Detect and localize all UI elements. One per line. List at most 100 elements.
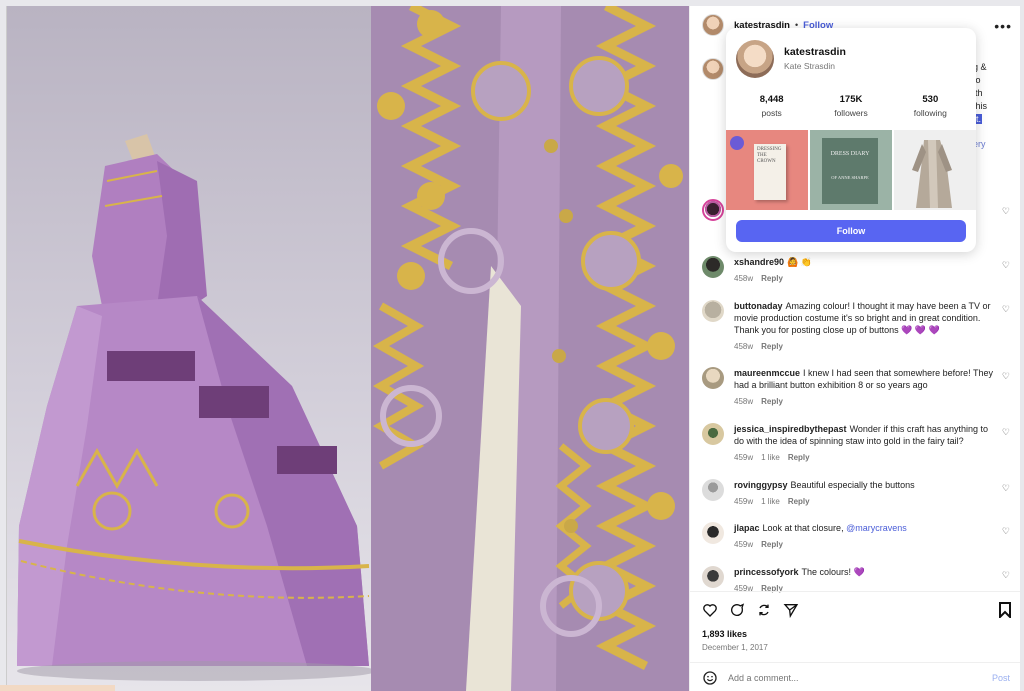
- action-icons: [702, 602, 799, 618]
- thumbnail[interactable]: DRESSING THE CROWN: [726, 130, 808, 210]
- heart-icon[interactable]: ♡: [1002, 483, 1010, 494]
- heart-icon[interactable]: ♡: [1002, 570, 1010, 581]
- reply-button[interactable]: Reply: [761, 274, 783, 283]
- emoji-icon[interactable]: [702, 670, 718, 686]
- comment-username[interactable]: rovinggypsy: [734, 480, 788, 490]
- comment-username[interactable]: xshandre90: [734, 257, 784, 267]
- heart-icon[interactable]: ♡: [1002, 427, 1010, 438]
- comment-meta: 459w 1 like Reply: [734, 496, 994, 508]
- comment-meta: 458w Reply: [734, 341, 994, 353]
- button-closeup-photo: [371, 6, 689, 691]
- comment-meta: 458w Reply: [734, 396, 994, 408]
- commenter-avatar[interactable]: [702, 367, 724, 389]
- caption-line: this: [973, 101, 988, 111]
- comment-time: 459w: [734, 453, 754, 462]
- commenter-avatar[interactable]: [702, 199, 724, 221]
- dress-illustration: [17, 134, 377, 681]
- repost-icon[interactable]: [756, 602, 772, 618]
- heart-icon[interactable]: [702, 602, 718, 618]
- dress-photo: [7, 6, 377, 691]
- comment-time: 458w: [734, 342, 754, 351]
- commenter-avatar[interactable]: [702, 566, 724, 588]
- author-avatar[interactable]: [702, 14, 724, 36]
- follow-button[interactable]: Follow: [736, 220, 966, 242]
- stat-following[interactable]: 530 following: [895, 94, 965, 118]
- heart-icon[interactable]: ♡: [1002, 371, 1010, 382]
- reply-button[interactable]: Reply: [788, 453, 810, 462]
- comment-username[interactable]: buttonaday: [734, 301, 783, 311]
- comment-body: jessica_inspiredbythepast Wonder if this …: [734, 423, 994, 464]
- profile-hover-card: katestrasdin Kate Strasdin 8,448 posts 1…: [726, 28, 976, 252]
- hover-card-username[interactable]: katestrasdin: [784, 46, 846, 58]
- stat-value: 530: [922, 94, 939, 105]
- reply-button[interactable]: Reply: [761, 342, 783, 351]
- stat-label: following: [913, 108, 947, 118]
- commenter-avatar[interactable]: [702, 479, 724, 501]
- comment-likes[interactable]: 1 like: [761, 453, 780, 462]
- stat-value: 175K: [839, 94, 863, 105]
- comment-body: xshandre90 🙆 👏 458w Reply: [734, 256, 994, 285]
- share-icon[interactable]: [783, 602, 799, 618]
- caption-text: g & to ith this it. ery: [973, 61, 1018, 151]
- caption-author-avatar[interactable]: [702, 58, 724, 80]
- comment-username[interactable]: jlapac: [734, 523, 760, 533]
- commenter-avatar[interactable]: [702, 256, 724, 278]
- comment-input[interactable]: [728, 672, 968, 683]
- stat-posts: 8,448 posts: [737, 94, 807, 118]
- thumbnail[interactable]: [894, 130, 976, 210]
- garment-image: [912, 140, 952, 208]
- book-cover: DRESSING THE CROWN: [754, 144, 786, 200]
- heart-icon[interactable]: ♡: [1002, 304, 1010, 315]
- reply-button[interactable]: Reply: [761, 397, 783, 406]
- commenter-avatar[interactable]: [702, 522, 724, 544]
- comment-text: Beautiful especially the buttons: [790, 480, 915, 490]
- comment-time: 458w: [734, 397, 754, 406]
- hover-card-avatar[interactable]: [736, 40, 774, 78]
- bookmark-icon[interactable]: [998, 602, 1012, 618]
- comment-text: The colours! 💜: [801, 567, 865, 577]
- heart-icon[interactable]: ♡: [1002, 526, 1010, 537]
- comment-body: rovinggypsy Beautiful especially the butt…: [734, 479, 994, 508]
- post-button[interactable]: Post: [992, 673, 1010, 683]
- post-date: December 1, 2017: [702, 643, 768, 652]
- caption-line: to: [973, 75, 981, 85]
- reply-button[interactable]: Reply: [788, 497, 810, 506]
- comment-username[interactable]: maureenmccue: [734, 368, 800, 378]
- add-comment-bar: Post: [690, 662, 1020, 691]
- commenter-avatar[interactable]: [702, 423, 724, 445]
- comment-meta: 458w Reply: [734, 273, 994, 285]
- comment-icon[interactable]: [729, 602, 745, 618]
- hover-card-fullname: Kate Strasdin: [784, 61, 836, 71]
- comment-time: 459w: [734, 497, 754, 506]
- closeup-illustration: [371, 6, 689, 691]
- heart-icon[interactable]: ♡: [1002, 260, 1010, 271]
- comment-meta: 459w Reply: [734, 539, 994, 551]
- likes-count[interactable]: 1,893 likes: [702, 629, 747, 639]
- post-actions: 1,893 likes December 1, 2017 Post: [690, 591, 1020, 691]
- badge: [730, 136, 744, 150]
- thumbnail[interactable]: DRESS DIARY OF ANNE SHARPE: [810, 130, 892, 210]
- book-cover: DRESS DIARY OF ANNE SHARPE: [822, 138, 878, 204]
- comment-text: Look at that closure,: [762, 523, 844, 533]
- hover-card-thumbnails: DRESSING THE CROWN DRESS DIARY OF ANNE S…: [726, 130, 976, 210]
- commenter-avatar[interactable]: [702, 300, 724, 322]
- comment-body: maureenmccue I knew I had seen that somew…: [734, 367, 994, 408]
- comment-time: 459w: [734, 540, 754, 549]
- heart-icon[interactable]: ♡: [1002, 206, 1010, 217]
- comment-body: buttonaday Amazing colour! I thought it m…: [734, 300, 994, 353]
- comment-likes[interactable]: 1 like: [761, 497, 780, 506]
- hover-card-stats: 8,448 posts 175K followers 530 following: [726, 94, 976, 118]
- stat-value: 8,448: [759, 94, 784, 105]
- stat-followers[interactable]: 175K followers: [816, 94, 886, 118]
- caption-line: g &: [973, 62, 987, 72]
- ellipsis-icon[interactable]: •••: [994, 18, 1012, 34]
- comment-username[interactable]: jessica_inspiredbythepast: [734, 424, 847, 434]
- comment-mention[interactable]: @marycravens: [846, 523, 907, 533]
- reply-button[interactable]: Reply: [761, 540, 783, 549]
- taskbar-fragment: [0, 685, 115, 691]
- book-title: DRESS DIARY: [830, 151, 870, 157]
- comment-time: 458w: [734, 274, 754, 283]
- comment-username[interactable]: princessofyork: [734, 567, 799, 577]
- post-media[interactable]: [7, 6, 689, 691]
- stat-label: followers: [834, 108, 868, 118]
